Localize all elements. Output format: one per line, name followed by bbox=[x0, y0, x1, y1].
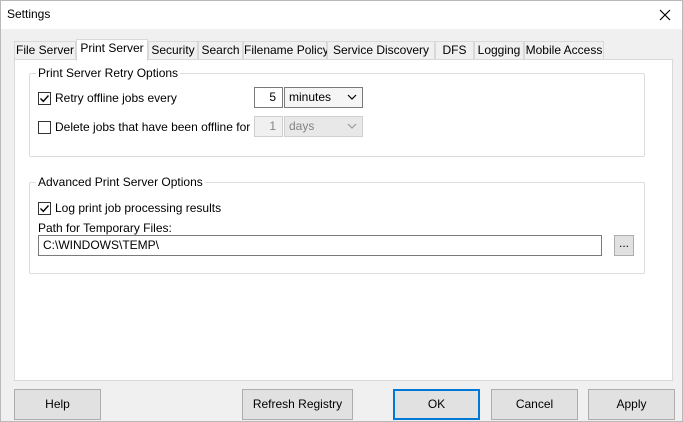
apply-button[interactable]: Apply bbox=[588, 389, 675, 420]
retry-interval-input[interactable]: 5 bbox=[254, 87, 283, 108]
advanced-options-group: Advanced Print Server Options Log print … bbox=[29, 175, 645, 274]
ok-button[interactable]: OK bbox=[393, 389, 480, 420]
delete-offline-label: Delete jobs that have been offline for bbox=[55, 120, 251, 134]
temp-path-input[interactable]: C:\WINDOWS\TEMP\ bbox=[38, 235, 602, 256]
checkmark-icon bbox=[40, 204, 50, 212]
tab-filename-policy[interactable]: Filename Policy bbox=[243, 41, 329, 60]
browse-button[interactable]: ... bbox=[614, 235, 634, 256]
tab-security[interactable]: Security bbox=[148, 41, 198, 60]
retry-interval-unit-value: minutes bbox=[289, 90, 332, 104]
window-title: Settings bbox=[7, 7, 51, 21]
tab-mobile-access[interactable]: Mobile Access bbox=[524, 41, 604, 60]
cancel-button[interactable]: Cancel bbox=[491, 389, 578, 420]
tab-logging[interactable]: Logging bbox=[474, 41, 524, 60]
log-results-checkbox[interactable]: Log print job processing results bbox=[38, 201, 221, 215]
chevron-down-icon bbox=[347, 94, 357, 100]
checkbox-box bbox=[38, 201, 51, 215]
help-button[interactable]: Help bbox=[14, 389, 101, 420]
checkmark-icon bbox=[40, 94, 50, 102]
advanced-options-title: Advanced Print Server Options bbox=[36, 175, 205, 189]
chevron-down-icon bbox=[347, 123, 357, 129]
tab-dfs[interactable]: DFS bbox=[435, 41, 474, 60]
checkbox-box bbox=[38, 120, 51, 134]
tab-print-server[interactable]: Print Server bbox=[76, 39, 148, 61]
retry-options-title: Print Server Retry Options bbox=[36, 66, 181, 80]
close-button[interactable] bbox=[648, 1, 682, 29]
refresh-registry-button[interactable]: Refresh Registry bbox=[242, 389, 353, 420]
tab-search[interactable]: Search bbox=[198, 41, 243, 60]
close-icon bbox=[659, 9, 671, 21]
print-server-panel: Print Server Retry Options Retry offline… bbox=[14, 59, 673, 381]
temp-path-label: Path for Temporary Files: bbox=[38, 221, 172, 235]
tab-service-discovery[interactable]: Service Discovery bbox=[327, 41, 435, 60]
retry-offline-label: Retry offline jobs every bbox=[55, 91, 177, 105]
retry-offline-checkbox[interactable]: Retry offline jobs every bbox=[38, 91, 177, 105]
retry-interval-unit-select[interactable]: minutes bbox=[284, 87, 363, 108]
log-results-label: Log print job processing results bbox=[55, 201, 222, 215]
settings-window: Settings File Server Print Server Securi… bbox=[0, 0, 683, 422]
delete-interval-unit-value: days bbox=[289, 119, 315, 133]
delete-offline-checkbox[interactable]: Delete jobs that have been offline for bbox=[38, 120, 250, 134]
checkbox-box bbox=[38, 91, 51, 105]
retry-options-group: Print Server Retry Options Retry offline… bbox=[29, 66, 645, 157]
tab-file-server[interactable]: File Server bbox=[14, 41, 76, 60]
title-bar: Settings bbox=[1, 1, 682, 29]
delete-interval-unit-select[interactable]: days bbox=[284, 116, 363, 137]
delete-interval-input[interactable]: 1 bbox=[254, 116, 283, 137]
